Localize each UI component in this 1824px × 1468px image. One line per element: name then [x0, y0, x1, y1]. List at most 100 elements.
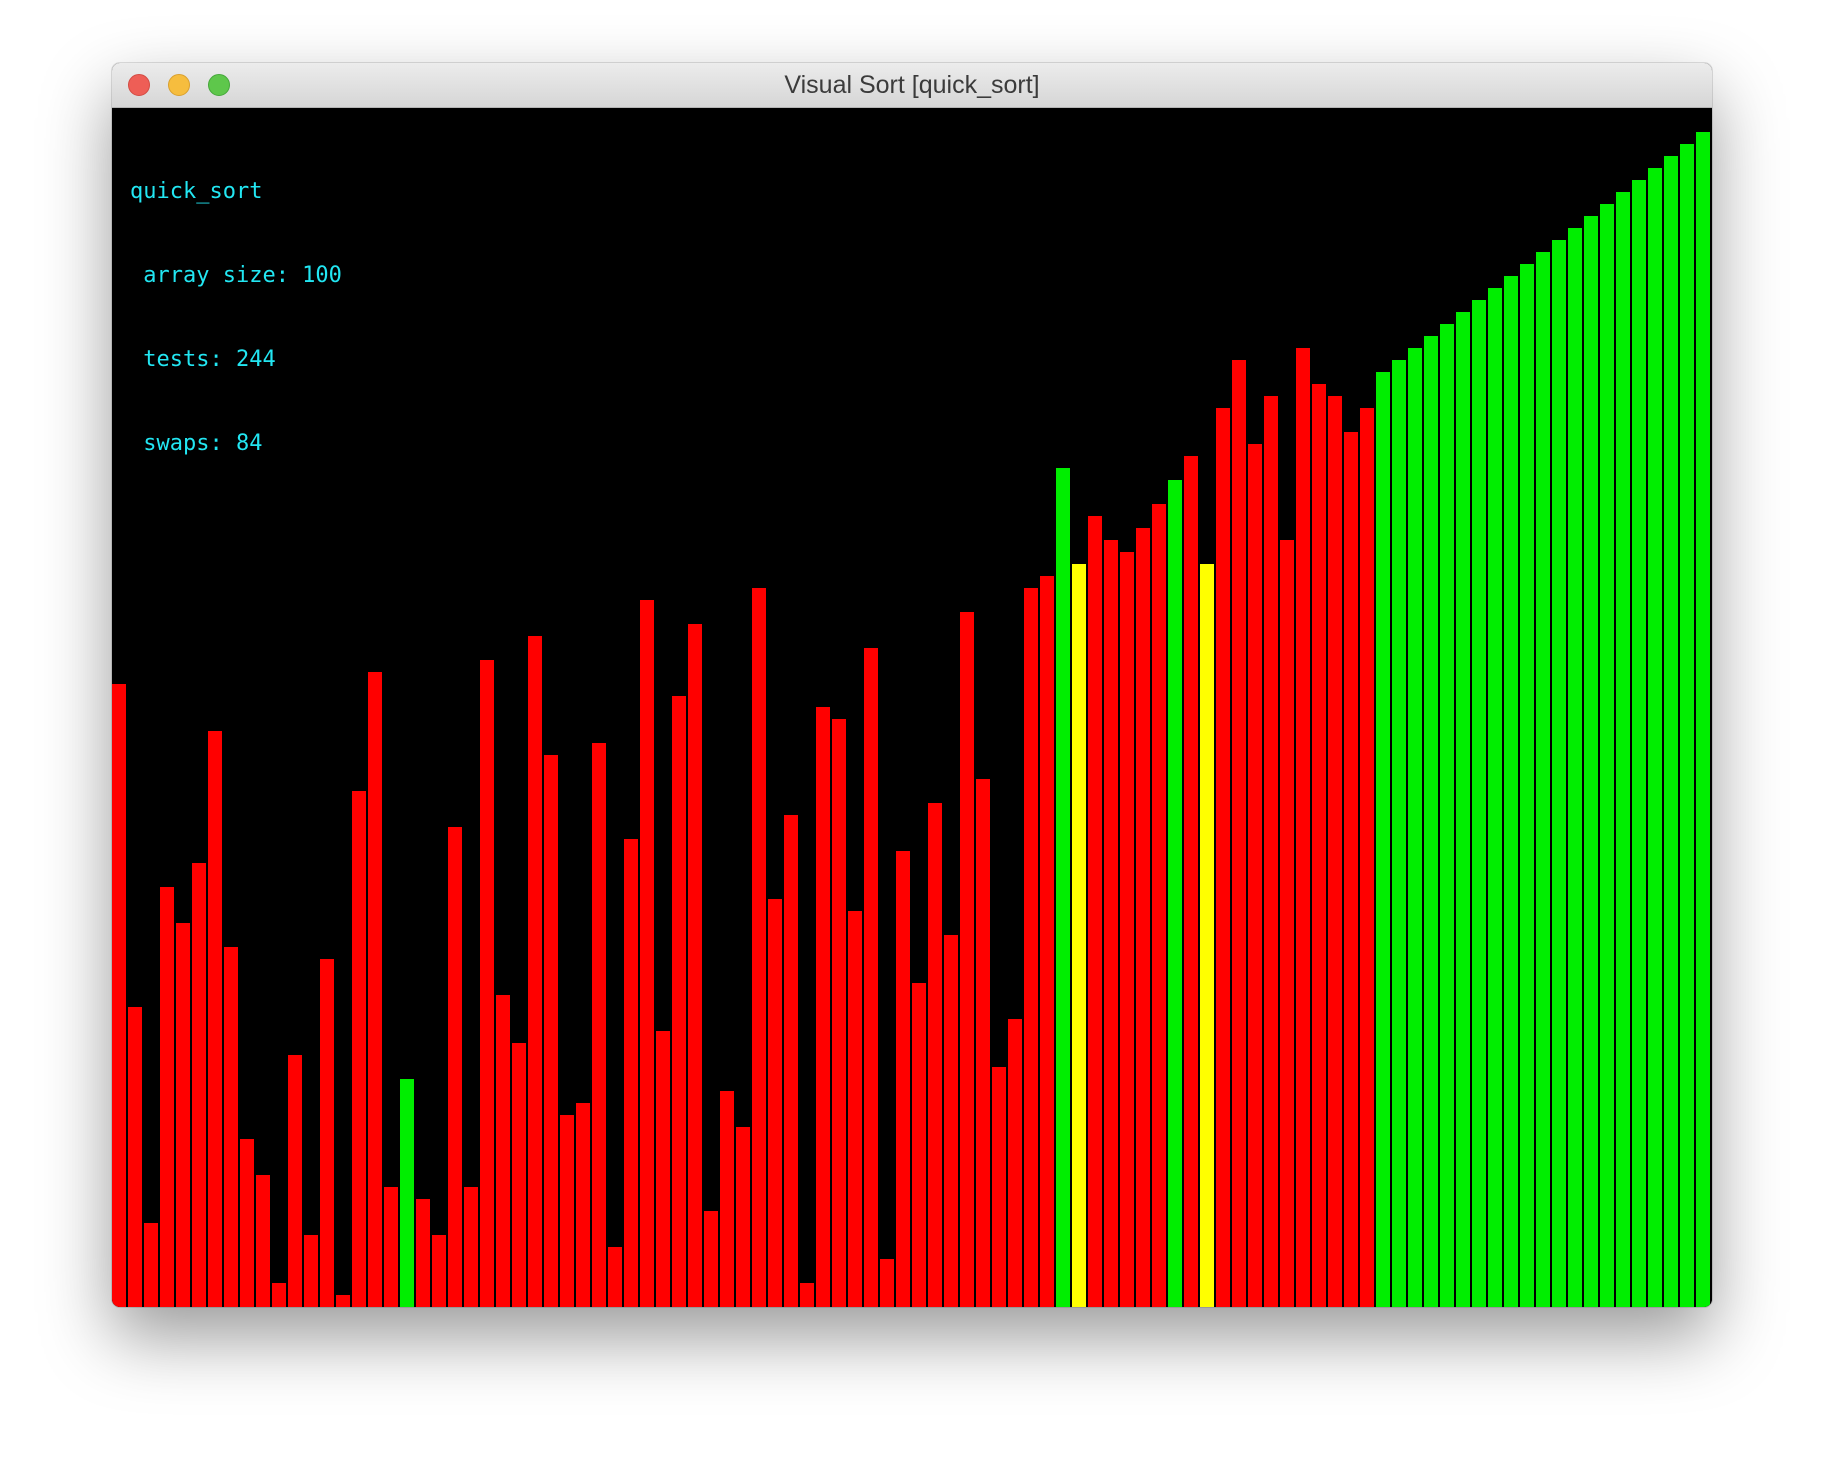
- array-bar: [1184, 456, 1198, 1307]
- array-bar: [1344, 432, 1358, 1307]
- array-bar: [1472, 300, 1486, 1307]
- array-bar: [1104, 540, 1118, 1307]
- array-bar: [864, 648, 878, 1307]
- sort-visualization-canvas: quick_sort array size: 100 tests: 244 sw…: [112, 108, 1712, 1307]
- array-bar: [848, 911, 862, 1307]
- array-bar: [1552, 240, 1566, 1307]
- array-bar: [1616, 192, 1630, 1307]
- array-bar: [320, 959, 334, 1307]
- array-bar: [496, 995, 510, 1307]
- array-bar: [1040, 576, 1054, 1307]
- array-bar: [368, 672, 382, 1307]
- array-bar: [272, 1283, 286, 1307]
- array-bar: [464, 1187, 478, 1307]
- array-bar: [688, 624, 702, 1307]
- array-bar: [1088, 516, 1102, 1307]
- array-bar: [192, 863, 206, 1307]
- array-bar: [1216, 408, 1230, 1307]
- array-bar: [352, 791, 366, 1307]
- title-bar[interactable]: Visual Sort [quick_sort]: [112, 63, 1712, 108]
- array-bar: [1568, 228, 1582, 1307]
- array-bar: [112, 684, 126, 1307]
- array-bar: [944, 935, 958, 1307]
- array-bar: [1296, 348, 1310, 1307]
- array-bar: [1248, 444, 1262, 1307]
- array-bar: [992, 1067, 1006, 1307]
- array-bar: [576, 1103, 590, 1307]
- array-bar: [1488, 288, 1502, 1307]
- stats-overlay: quick_sort array size: 100 tests: 244 sw…: [130, 122, 342, 514]
- array-bar: [1168, 480, 1182, 1307]
- array-bar: [1264, 396, 1278, 1307]
- array-bar: [1312, 384, 1326, 1307]
- array-bar: [1664, 156, 1678, 1307]
- array-bar: [176, 923, 190, 1307]
- array-bar: [1120, 552, 1134, 1307]
- array-bar: [736, 1127, 750, 1307]
- array-bar: [512, 1043, 526, 1307]
- array-bar: [1600, 204, 1614, 1307]
- array-bar: [720, 1091, 734, 1307]
- array-bar: [1392, 360, 1406, 1307]
- array-bar: [608, 1247, 622, 1307]
- array-bar: [1520, 264, 1534, 1307]
- array-bar: [416, 1199, 430, 1307]
- array-bar: [1008, 1019, 1022, 1307]
- array-bar: [656, 1031, 670, 1307]
- array-bar: [224, 947, 238, 1307]
- array-bar: [928, 803, 942, 1307]
- array-bar: [1136, 528, 1150, 1307]
- array-bar: [1696, 132, 1710, 1307]
- array-size-stat: array size: 100: [130, 263, 342, 288]
- array-bar: [336, 1295, 350, 1307]
- array-bar: [432, 1235, 446, 1307]
- array-bar: [1056, 468, 1070, 1307]
- array-bar: [1360, 408, 1374, 1307]
- array-bar: [1024, 588, 1038, 1307]
- array-bar: [912, 983, 926, 1307]
- array-bar: [1648, 168, 1662, 1307]
- array-bar: [256, 1175, 270, 1307]
- app-window: Visual Sort [quick_sort] quick_sort arra…: [112, 63, 1712, 1307]
- array-bar: [592, 743, 606, 1307]
- array-bar: [1328, 396, 1342, 1307]
- array-bar: [896, 851, 910, 1307]
- algorithm-name: quick_sort: [130, 179, 263, 204]
- array-bar: [704, 1211, 718, 1307]
- array-bar: [128, 1007, 142, 1307]
- array-bar: [304, 1235, 318, 1307]
- window-title: Visual Sort [quick_sort]: [784, 71, 1040, 99]
- array-bar: [384, 1187, 398, 1307]
- array-bar: [816, 707, 830, 1307]
- array-bar: [800, 1283, 814, 1307]
- array-bar: [1536, 252, 1550, 1307]
- tests-stat: tests: 244: [130, 347, 276, 372]
- array-bar: [960, 612, 974, 1307]
- array-bar: [528, 636, 542, 1307]
- array-bar: [480, 660, 494, 1307]
- array-bar: [832, 719, 846, 1307]
- array-bar: [672, 696, 686, 1307]
- array-bar: [1632, 180, 1646, 1307]
- array-bar: [752, 588, 766, 1307]
- array-bar: [880, 1259, 894, 1307]
- array-bar: [144, 1223, 158, 1307]
- array-bar: [208, 731, 222, 1307]
- array-bar: [1408, 348, 1422, 1307]
- array-bar: [160, 887, 174, 1307]
- array-bar: [768, 899, 782, 1307]
- array-bar: [1280, 540, 1294, 1307]
- array-bar: [1440, 324, 1454, 1307]
- swaps-stat: swaps: 84: [130, 431, 263, 456]
- array-bar: [400, 1079, 414, 1307]
- array-bar: [1504, 276, 1518, 1307]
- array-bar: [1072, 564, 1086, 1307]
- array-bar: [448, 827, 462, 1307]
- array-bar: [640, 600, 654, 1307]
- array-bar: [1456, 312, 1470, 1307]
- array-bar: [544, 755, 558, 1307]
- array-bar: [1424, 336, 1438, 1307]
- array-bar: [1232, 360, 1246, 1307]
- array-bar: [976, 779, 990, 1307]
- array-bar: [1680, 144, 1694, 1307]
